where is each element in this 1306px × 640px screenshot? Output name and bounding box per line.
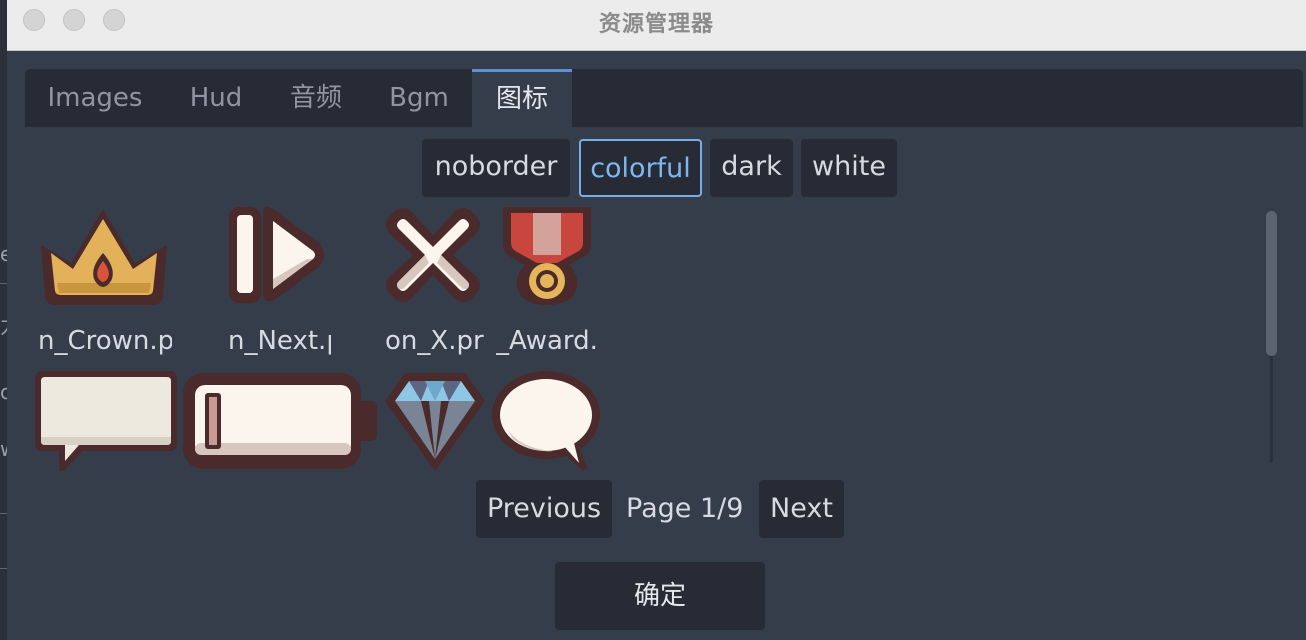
background-divider [0, 568, 7, 569]
background-text-fragment: w [0, 437, 7, 461]
tab-images[interactable]: Images [35, 69, 155, 127]
window-titlebar: 资源管理器 [7, 0, 1306, 51]
icon-tile[interactable] [227, 205, 327, 305]
next-page-button[interactable]: Next [759, 480, 844, 538]
icon-caption: on_X.pr [385, 326, 484, 356]
tab-bar: Images Hud 音频 Bgm 图标 [25, 69, 1303, 127]
filter-dark-button[interactable]: dark [710, 139, 793, 197]
speech-bubble-icon [492, 371, 600, 471]
icon-caption: _Award. [496, 326, 596, 356]
icon-tile[interactable] [385, 371, 485, 471]
page-indicator: Page 1/9 [626, 493, 744, 524]
tab-bgm[interactable]: Bgm [375, 69, 463, 127]
icon-tile[interactable] [383, 205, 483, 305]
award-medal-icon [503, 207, 591, 305]
scrollbar-thumb[interactable] [1266, 211, 1277, 356]
background-text-fragment: c [0, 380, 7, 404]
window-title: 资源管理器 [598, 12, 714, 37]
icon-caption: n_Next.p [228, 326, 331, 356]
confirm-button[interactable]: 确定 [555, 562, 765, 630]
tab-icons[interactable]: 图标 [472, 69, 572, 127]
filter-colorful-button[interactable]: colorful [579, 139, 702, 197]
icon-tile[interactable] [33, 371, 178, 471]
icon-tile[interactable] [183, 371, 377, 471]
crown-icon [41, 209, 167, 305]
tab-audio[interactable]: 音频 [275, 69, 357, 127]
icons-scrollbar[interactable] [1266, 211, 1277, 463]
next-icon [229, 206, 324, 303]
resource-manager-panel: Images Hud 音频 Bgm 图标 noborder colorful d… [7, 51, 1306, 640]
tab-hud[interactable]: Hud [175, 69, 257, 127]
filter-white-button[interactable]: white [801, 139, 897, 197]
filter-noborder-button[interactable]: noborder [422, 139, 570, 197]
speech-banner-icon [35, 371, 177, 471]
icon-tile[interactable] [37, 205, 172, 305]
icon-caption: n_Crown.p [38, 326, 172, 356]
x-icon [386, 208, 480, 302]
icon-tile[interactable] [491, 371, 601, 471]
background-divider [0, 283, 7, 284]
background-text-fragment: e [0, 242, 7, 266]
previous-page-button[interactable]: Previous [476, 480, 612, 538]
diamond-icon [385, 373, 485, 471]
battery-bar-icon [183, 373, 377, 469]
icon-tile[interactable] [497, 205, 597, 305]
background-divider [0, 513, 7, 514]
background-text-fragment: 力 [0, 310, 7, 339]
